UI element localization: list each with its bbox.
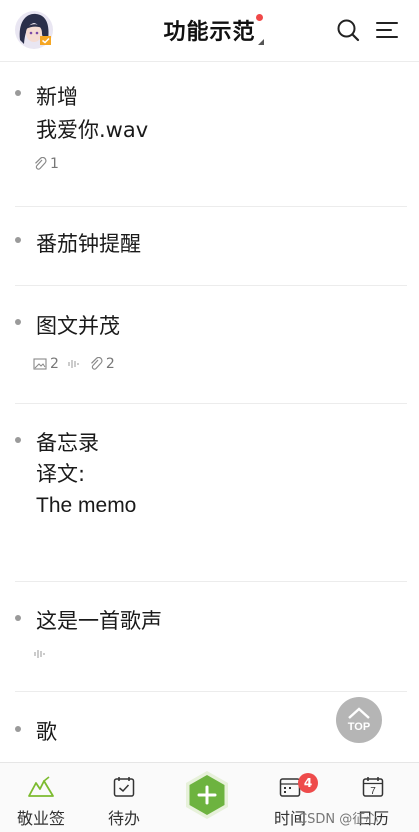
watermark-text: CSDN @征心	[298, 812, 379, 827]
mountain-logo-icon	[28, 776, 54, 797]
tab-jingyeqian[interactable]: 敬业签	[6, 771, 76, 829]
note-line: 新增	[36, 85, 78, 109]
bullet-dot	[15, 237, 21, 243]
bullet-dot	[15, 437, 21, 443]
calendar-icon: 7	[362, 777, 384, 797]
note-item[interactable]: 番茄钟提醒	[15, 207, 407, 286]
attachment-count: 2	[50, 356, 59, 372]
note-item[interactable]: 图文并茂 2 2	[15, 286, 407, 404]
note-item[interactable]: 这是一首歌声	[15, 582, 407, 692]
attachment-row: 1	[33, 154, 407, 174]
note-item[interactable]: 新增 我爱你.wav 1	[15, 63, 407, 207]
attachment-row: 2 2	[33, 354, 407, 374]
plus-hexagon-icon[interactable]	[184, 770, 230, 820]
note-list: 新增 我爱你.wav 1 番茄钟提醒 图文并茂 2 2 备忘录 译文: The …	[0, 63, 419, 772]
unread-dot	[255, 14, 263, 21]
dropdown-corner-icon	[257, 39, 264, 45]
bullet-dot	[15, 726, 21, 732]
search-icon[interactable]	[335, 17, 361, 43]
image-icon	[33, 358, 47, 370]
calendar-day-number: 7	[370, 786, 376, 797]
bullet-dot	[15, 90, 21, 96]
audio-wave-icon	[68, 360, 79, 368]
todo-calendar-icon	[113, 777, 135, 797]
bullet-dot	[15, 615, 21, 621]
tab-todo[interactable]: 待办	[89, 771, 159, 829]
attachment-count: 1	[50, 156, 59, 172]
scroll-top-label: TOP	[347, 721, 371, 733]
note-line: The memo	[36, 494, 137, 517]
chevron-up-icon	[348, 707, 370, 719]
page-title-text: 功能示范	[163, 20, 256, 45]
note-item[interactable]: 备忘录 译文: The memo	[15, 404, 407, 582]
scroll-top-button[interactable]: TOP	[336, 697, 382, 743]
attachment-row	[33, 644, 407, 664]
notification-badge: 4	[298, 773, 318, 793]
audio-wave-icon	[34, 650, 45, 658]
note-line: 我爱你.wav	[36, 118, 149, 142]
note-line: 番茄钟提醒	[36, 232, 141, 256]
note-line: 这是一首歌声	[36, 609, 162, 633]
page-title[interactable]: 功能示范	[163, 14, 264, 46]
note-line: 备忘录	[36, 431, 99, 455]
menu-lines-icon[interactable]	[374, 17, 400, 43]
tab-label: 待办	[107, 809, 140, 828]
tab-label: 敬业签	[16, 809, 65, 828]
attachment-count: 2	[105, 356, 115, 372]
note-line: 图文并茂	[36, 314, 120, 338]
app-header: 功能示范	[0, 0, 419, 62]
bullet-dot	[15, 319, 21, 325]
note-line: 译文:	[36, 462, 86, 486]
paperclip-icon	[35, 157, 47, 170]
paperclip-icon	[90, 357, 103, 370]
